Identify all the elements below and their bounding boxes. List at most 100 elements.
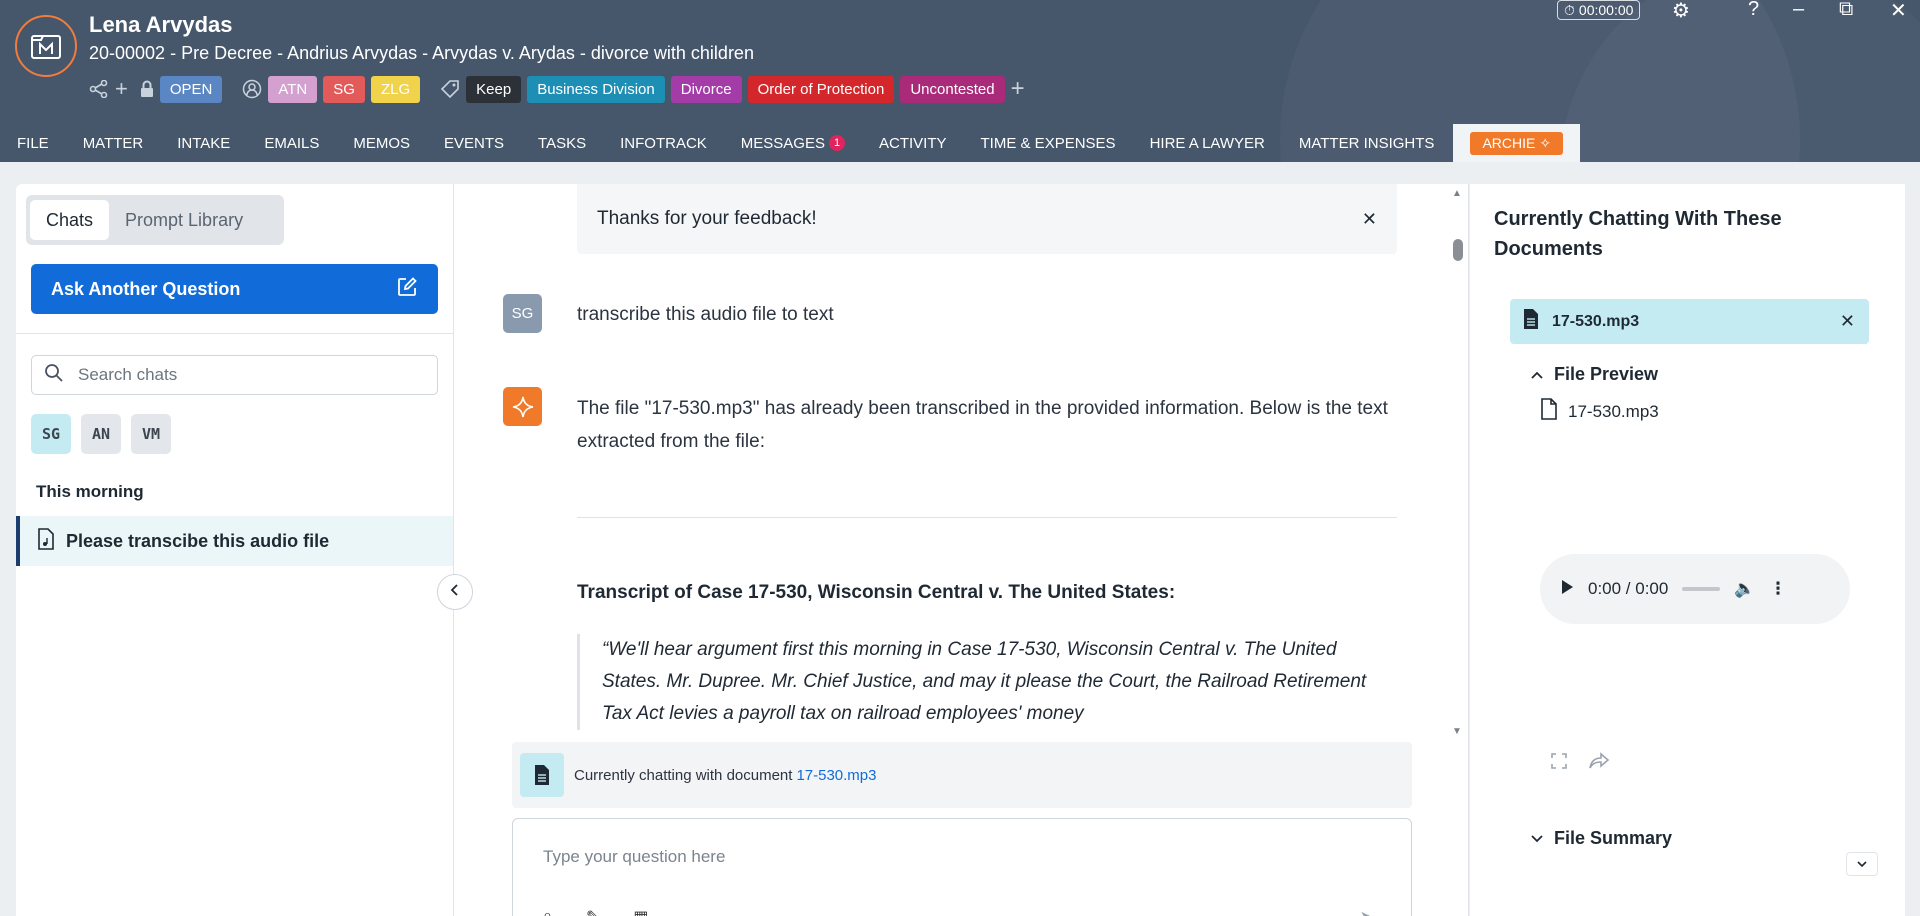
audio-progress-slider[interactable] bbox=[1682, 587, 1721, 591]
matter-logo[interactable] bbox=[15, 15, 77, 77]
chip-file-name: 17-530.mp3 bbox=[1552, 312, 1640, 330]
ask-button-label: Ask Another Question bbox=[51, 278, 241, 299]
scroll-up-icon[interactable]: ▲ bbox=[1452, 188, 1462, 199]
file-summary-toggle[interactable]: File Summary bbox=[1530, 828, 1672, 849]
nav-hire-a-lawyer[interactable]: HIRE A LAWYER bbox=[1133, 124, 1282, 162]
close-icon[interactable]: ✕ bbox=[1362, 209, 1377, 230]
chevron-left-icon bbox=[449, 583, 461, 602]
user-message: transcribe this audio file to text bbox=[577, 304, 834, 325]
active-document-chip[interactable]: 17-530.mp3 ✕ bbox=[1510, 299, 1869, 344]
audio-time: 0:00 / 0:00 bbox=[1588, 579, 1669, 598]
minimize-icon[interactable]: – bbox=[1793, 0, 1804, 21]
restore-icon[interactable]: ⧉ bbox=[1839, 0, 1853, 21]
play-icon[interactable] bbox=[1560, 579, 1574, 600]
nav-messages[interactable]: MESSAGES 1 bbox=[724, 124, 862, 162]
clock-icon: ⏱ bbox=[1564, 1, 1575, 18]
doc-bar-file-link[interactable]: 17-530.mp3 bbox=[796, 767, 876, 784]
add-tag-icon[interactable]: + bbox=[1011, 75, 1025, 103]
file-preview-toggle[interactable]: File Preview bbox=[1530, 364, 1658, 385]
transcript-heading: Transcript of Case 17-530, Wisconsin Cen… bbox=[577, 582, 1176, 603]
nav-infotrack[interactable]: INFOTRACK bbox=[603, 124, 724, 162]
avatar-filter-vm[interactable]: VM bbox=[131, 414, 171, 454]
client-name: Lena Arvydas bbox=[89, 12, 233, 37]
audio-document-icon bbox=[36, 527, 56, 555]
share-network-icon[interactable] bbox=[89, 80, 109, 98]
expand-icon[interactable] bbox=[1550, 752, 1568, 775]
chat-list-panel: Chats Prompt Library Ask Another Questio… bbox=[16, 184, 453, 916]
nav-emails[interactable]: EMAILS bbox=[247, 124, 336, 162]
collapse-sidebar-button[interactable] bbox=[437, 574, 473, 610]
grid-icon[interactable]: ▦ bbox=[633, 907, 648, 916]
tag-keep[interactable]: Keep bbox=[466, 75, 522, 103]
scroll-thumb[interactable] bbox=[1453, 239, 1463, 261]
search-chats-field[interactable] bbox=[31, 355, 438, 395]
doc-bar-label: Currently chatting with document bbox=[574, 766, 793, 784]
file-outline-icon bbox=[1540, 398, 1558, 425]
sparkle-icon: ✧ bbox=[1539, 134, 1552, 151]
search-chats-input[interactable] bbox=[78, 365, 398, 385]
close-window-icon[interactable]: ✕ bbox=[1890, 0, 1907, 23]
tag-divorce[interactable]: Divorce bbox=[670, 75, 742, 103]
tag-business-division[interactable]: Business Division bbox=[527, 75, 665, 103]
search-icon bbox=[44, 363, 64, 388]
volume-icon[interactable]: 🔈 bbox=[1734, 579, 1755, 599]
staff-badge-atn[interactable]: ATN bbox=[268, 75, 318, 103]
chevron-down-icon bbox=[1530, 828, 1544, 849]
chat-scrollbar[interactable]: ▲ ▼ bbox=[1448, 184, 1466, 744]
add-link-icon[interactable]: + bbox=[115, 76, 128, 102]
nav-time-expenses[interactable]: TIME & EXPENSES bbox=[964, 124, 1133, 162]
tab-prompt-library[interactable]: Prompt Library bbox=[109, 200, 259, 240]
tag-icon bbox=[440, 79, 460, 99]
divider bbox=[16, 333, 453, 334]
nav-matter-insights[interactable]: MATTER INSIGHTS bbox=[1282, 124, 1452, 162]
nav-archie[interactable]: ARCHIE ✧ bbox=[1453, 124, 1581, 162]
participant-filters: SG AN VM bbox=[31, 414, 171, 454]
nav-memos[interactable]: MEMOS bbox=[336, 124, 427, 162]
staff-badge-sg[interactable]: SG bbox=[323, 75, 365, 103]
attach-icon[interactable]: ⌕ bbox=[543, 907, 552, 916]
ask-another-question-button[interactable]: Ask Another Question bbox=[31, 264, 438, 314]
nav-matter[interactable]: MATTER bbox=[66, 124, 161, 162]
tag-uncontested[interactable]: Uncontested bbox=[900, 75, 1005, 103]
preview-file-item[interactable]: 17-530.mp3 bbox=[1540, 398, 1659, 425]
chevron-down-icon bbox=[1856, 855, 1868, 873]
send-icon[interactable]: ➤ bbox=[1360, 907, 1373, 916]
gear-icon[interactable]: ⚙ bbox=[1672, 0, 1690, 23]
chat-tabs: Chats Prompt Library bbox=[26, 195, 284, 245]
staff-badge-zlg[interactable]: ZLG bbox=[370, 75, 421, 103]
question-input[interactable] bbox=[543, 847, 1343, 867]
nav-intake[interactable]: INTAKE bbox=[160, 124, 247, 162]
tag-order-of-protection[interactable]: Order of Protection bbox=[747, 75, 895, 103]
timer-button[interactable]: ⏱ 00:00:00 bbox=[1557, 0, 1641, 20]
help-icon[interactable]: ? bbox=[1748, 0, 1759, 21]
feedback-banner: Thanks for your feedback! ✕ bbox=[577, 184, 1397, 254]
assistant-message: The file "17-530.mp3" has already been t… bbox=[577, 398, 1388, 452]
more-options-icon[interactable]: ⋮ bbox=[1770, 579, 1787, 599]
sparkle-icon bbox=[512, 396, 533, 417]
pen-icon[interactable]: ✎ bbox=[586, 907, 599, 916]
matter-folder-icon bbox=[31, 35, 61, 59]
document-icon bbox=[520, 753, 564, 797]
nav-events[interactable]: EVENTS bbox=[427, 124, 521, 162]
lock-icon[interactable] bbox=[140, 80, 154, 98]
matter-status-badge[interactable]: OPEN bbox=[159, 75, 223, 103]
file-summary-label: File Summary bbox=[1554, 828, 1673, 848]
scroll-to-bottom-button[interactable] bbox=[1846, 852, 1878, 876]
avatar-filter-sg[interactable]: SG bbox=[31, 414, 71, 454]
chat-list-item[interactable]: Please transcibe this audio file bbox=[16, 516, 453, 566]
documents-panel-title: Currently Chatting With These Documents bbox=[1494, 208, 1782, 260]
avatar-filter-an[interactable]: AN bbox=[81, 414, 121, 454]
tab-chats[interactable]: Chats bbox=[30, 200, 110, 240]
file-preview-label: File Preview bbox=[1554, 364, 1659, 384]
chat-item-title: Please transcibe this audio file bbox=[66, 530, 330, 551]
scroll-down-icon[interactable]: ▼ bbox=[1452, 726, 1462, 737]
share-icon[interactable] bbox=[1588, 752, 1610, 775]
nav-file[interactable]: FILE bbox=[0, 124, 66, 162]
document-icon bbox=[1522, 308, 1540, 335]
archie-avatar bbox=[503, 387, 542, 426]
documents-panel: Currently Chatting With These Documents … bbox=[1470, 184, 1905, 916]
edit-icon bbox=[396, 276, 418, 303]
nav-tasks[interactable]: TASKS bbox=[521, 124, 603, 162]
remove-document-icon[interactable]: ✕ bbox=[1840, 311, 1855, 332]
nav-activity[interactable]: ACTIVITY bbox=[862, 124, 964, 162]
